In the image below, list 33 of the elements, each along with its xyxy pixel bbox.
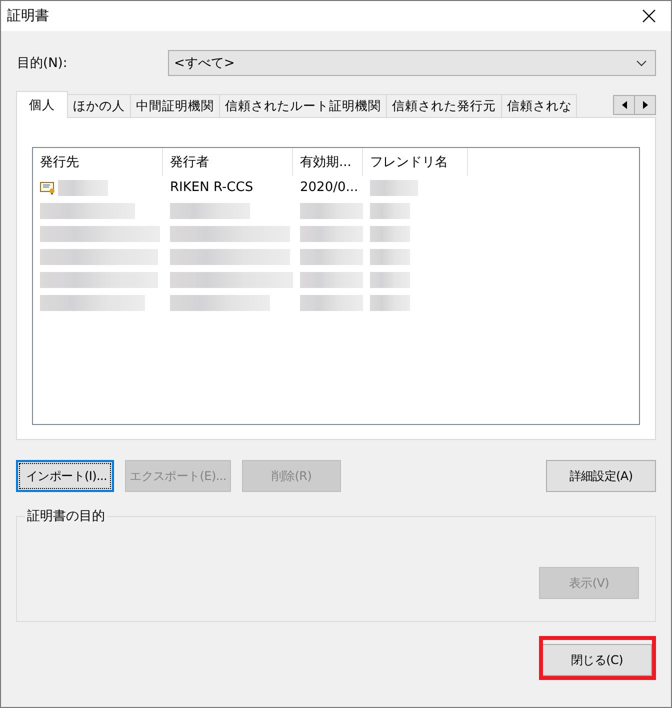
redacted-text [370, 202, 410, 218]
scroll-left-button[interactable] [613, 95, 635, 115]
triangle-right-icon [642, 101, 648, 109]
close-button[interactable]: 閉じる(C) [542, 644, 652, 676]
redacted-text [300, 202, 363, 218]
chevron-down-icon [636, 60, 647, 66]
redacted-text [300, 248, 363, 264]
redacted-text [300, 294, 363, 310]
column-header[interactable]: 有効期... [293, 148, 363, 176]
column-header[interactable]: 発行先 [33, 148, 163, 176]
triangle-left-icon [622, 101, 626, 109]
redacted-text [370, 248, 410, 264]
redacted-text [370, 272, 410, 288]
scroll-right-button[interactable] [634, 95, 656, 115]
advanced-button[interactable]: 詳細設定(A) [546, 460, 656, 492]
table-cell: RIKEN R-CCS [170, 180, 254, 195]
tab[interactable]: 個人 [16, 91, 68, 118]
group-title: 証明書の目的 [25, 507, 107, 525]
redacted-text [300, 226, 363, 242]
tab[interactable]: 信頼されな [501, 94, 577, 117]
table-cell: 2020/0... [300, 180, 358, 195]
redacted-text [370, 294, 410, 310]
redacted-text [370, 226, 410, 242]
purpose-dropdown[interactable]: <すべて> [168, 50, 656, 76]
purpose-label: 目的(N): [17, 56, 68, 71]
import-button[interactable]: インポート(I)... [16, 460, 114, 492]
column-header[interactable]: フレンドリ名 [363, 148, 468, 176]
redacted-text [300, 272, 363, 288]
redacted-text [58, 180, 108, 196]
column-header[interactable]: 発行者 [163, 148, 293, 176]
window-title: 証明書 [7, 7, 49, 25]
close-icon[interactable] [642, 9, 656, 23]
redacted-text [370, 180, 418, 196]
